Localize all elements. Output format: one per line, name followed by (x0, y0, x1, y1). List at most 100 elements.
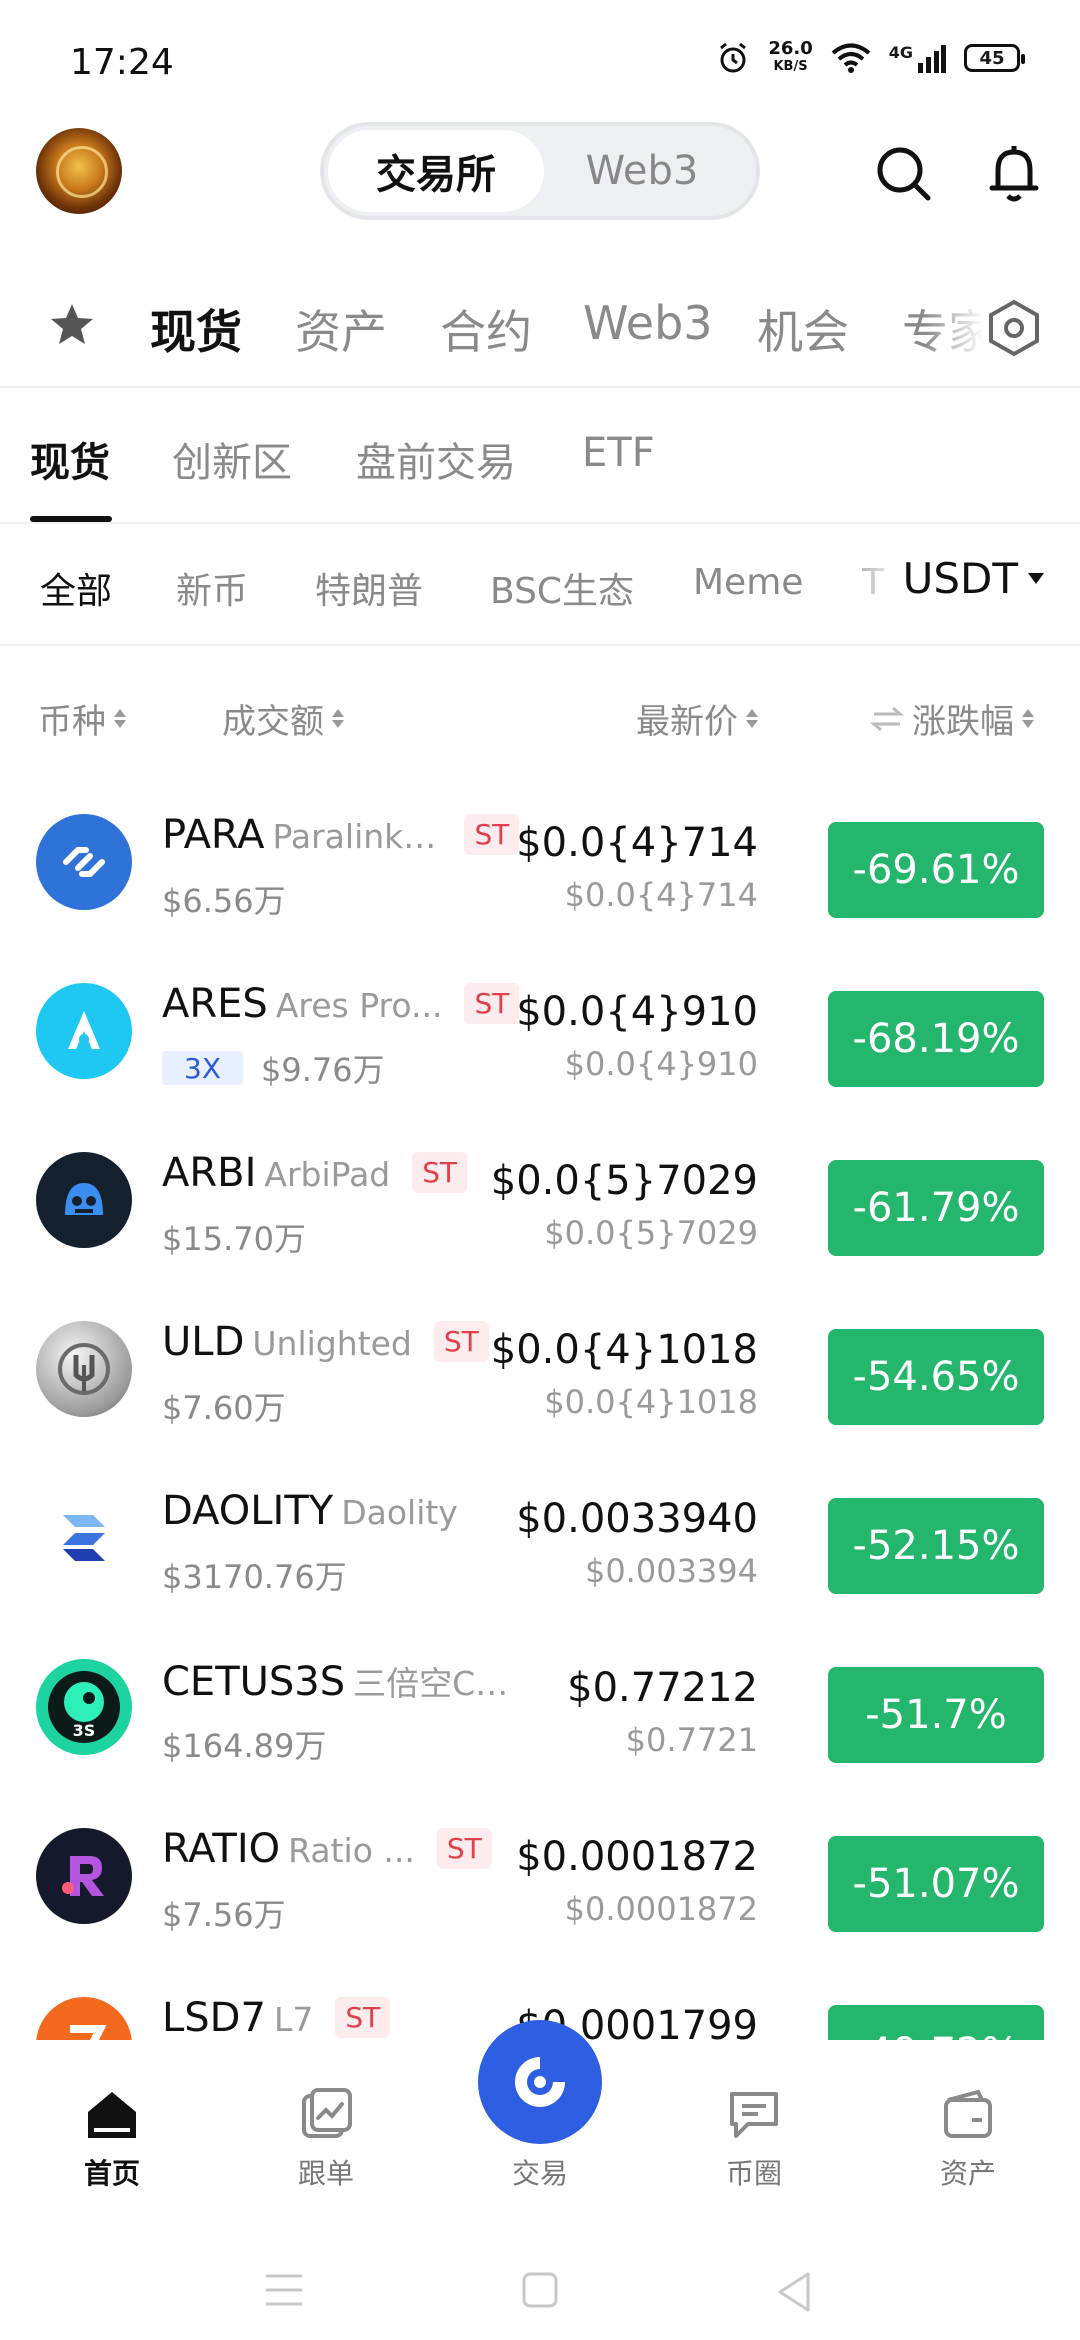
coin-name: Daolity (341, 1493, 458, 1532)
col-price-label: 最新价 (636, 702, 738, 742)
nav-home[interactable]: 首页 (42, 2084, 182, 2192)
sort-volume[interactable]: 成交额 (222, 694, 344, 743)
segment-exchange[interactable]: 交易所 (328, 130, 544, 212)
sort-price[interactable]: 最新价 (636, 694, 758, 743)
st-badge: ST (464, 814, 520, 855)
swap-icon[interactable] (870, 705, 904, 733)
filter-new[interactable]: 新币 (176, 562, 248, 614)
copy-trade-icon (302, 2088, 352, 2138)
volume: $15.70万 (162, 1220, 306, 1258)
cetus3s-logo: 3S (36, 1659, 132, 1755)
tab-opportunities[interactable]: 机会 (757, 296, 849, 362)
search-icon[interactable] (868, 138, 940, 210)
market-row[interactable]: ULD Unlighted ST $7.60万 $0.0{4}1018 $0.0… (0, 1287, 1080, 1456)
coin-symbol: ARES (162, 981, 268, 1027)
sort-icon (114, 709, 126, 728)
col-change-label: 涨跌幅 (912, 702, 1014, 742)
menu-icon[interactable] (262, 2270, 306, 2310)
coin-symbol: LSD7 (162, 1995, 266, 2040)
filter-chips: 全部 新币 特朗普 BSC生态 Meme T USDT (0, 526, 1080, 646)
last-price: $0.0{5}7029 (490, 1158, 758, 1204)
system-nav (0, 2230, 1080, 2340)
coin-name: 三倍空CE... (353, 1664, 524, 1703)
settings-hex-icon[interactable] (984, 298, 1044, 358)
change-badge[interactable]: -52.15% (828, 1498, 1044, 1594)
home-square-icon[interactable] (520, 2270, 560, 2310)
back-icon[interactable] (774, 2270, 814, 2314)
volume: $3170.76万 (162, 1558, 347, 1596)
quote-currency-dropdown[interactable]: USDT (890, 554, 1044, 603)
st-badge: ST (464, 983, 520, 1024)
nav-trade-button[interactable] (478, 2020, 602, 2144)
fiat-price: $0.7721 (625, 1721, 758, 1759)
tab-web3[interactable]: Web3 (583, 296, 713, 350)
col-volume-label: 成交额 (222, 702, 324, 742)
filter-all[interactable]: 全部 (40, 562, 112, 614)
change-badge[interactable]: -68.19% (828, 991, 1044, 1087)
change-badge[interactable]: -69.61% (828, 822, 1044, 918)
tab-spot[interactable]: 现货 (150, 296, 242, 362)
status-icons: 26.0 KB/S 4G 45 (716, 40, 1025, 76)
sort-change[interactable]: 涨跌幅 (870, 694, 1034, 743)
nav-assets[interactable]: 资产 (898, 2084, 1038, 2192)
coin-name: L7 (273, 2000, 314, 2039)
filter-meme[interactable]: Meme (693, 562, 803, 603)
nav-community[interactable]: 币圈 (684, 2084, 824, 2192)
nav-community-label: 币圈 (725, 2157, 782, 2190)
fiat-price: $0.0{4}910 (564, 1045, 758, 1083)
nav-trade-label: 交易 (511, 2157, 568, 2190)
market-row[interactable]: RATIO Ratio ... ST $7.56万 $0.0001872 $0.… (0, 1794, 1080, 1963)
segment-web3[interactable]: Web3 (544, 130, 740, 212)
coin-name: Paralink ... (272, 817, 443, 856)
tab-futures[interactable]: 合约 (440, 296, 532, 362)
coin-symbol: ARBI (162, 1150, 257, 1196)
subtab-spot[interactable]: 现货 (30, 430, 110, 488)
sort-icon (746, 709, 758, 728)
bell-icon[interactable] (978, 138, 1050, 210)
market-row[interactable]: ARBI ArbiPad ST $15.70万 $0.0{5}7029 $0.0… (0, 1118, 1080, 1287)
change-badge[interactable]: -54.65% (828, 1329, 1044, 1425)
favorites-star-icon[interactable] (48, 300, 96, 348)
coin-symbol: PARA (162, 812, 265, 858)
top-header: 交易所 Web3 (0, 120, 1080, 240)
volume-line: $7.60万 (162, 1383, 286, 1429)
filter-trump[interactable]: 特朗普 (315, 562, 423, 614)
change-badge[interactable]: -51.7% (828, 1667, 1044, 1763)
change-badge[interactable]: -51.07% (828, 1836, 1044, 1932)
subtab-etf[interactable]: ETF (582, 430, 655, 476)
coin-name: Unlighted (252, 1324, 412, 1363)
volume-line: 3X $9.76万 (162, 1045, 385, 1091)
symbol-line: DAOLITY Daolity (162, 1488, 458, 1534)
market-row[interactable]: 3S CETUS3S 三倍空CE... $164.89万 $0.77212 $0… (0, 1625, 1080, 1794)
coin-symbol: DAOLITY (162, 1488, 334, 1534)
alarm-icon (720, 42, 747, 73)
trade-icon (515, 2057, 565, 2107)
market-row[interactable]: ARES Ares Pro... ST 3X $9.76万 $0.0{4}910… (0, 949, 1080, 1118)
change-badge[interactable]: -49.72% (828, 2005, 1044, 2040)
filter-bsc[interactable]: BSC生态 (490, 562, 634, 614)
svg-text:3S: 3S (73, 1721, 96, 1740)
leverage-badge: 3X (162, 1051, 243, 1085)
subtab-innovation[interactable]: 创新区 (172, 430, 292, 488)
nav-copy-trade[interactable]: 跟单 (256, 2084, 396, 2192)
sort-coin[interactable]: 币种 (38, 694, 126, 743)
tab-assets[interactable]: 资产 (295, 296, 387, 362)
last-price: $0.77212 (567, 1665, 758, 1711)
nav-assets-label: 资产 (939, 2157, 996, 2190)
market-row[interactable]: DAOLITY Daolity $3170.76万 $0.0033940 $0.… (0, 1456, 1080, 1625)
st-badge: ST (412, 1152, 468, 1193)
coin-symbol: RATIO (162, 1826, 281, 1872)
volume-line: $164.89万 (162, 1721, 326, 1767)
quote-currency-label: USDT (902, 554, 1018, 603)
coin-name: ArbiPad (264, 1155, 391, 1194)
symbol-line: RATIO Ratio ... ST (162, 1826, 492, 1873)
symbol-line: ARBI ArbiPad ST (162, 1150, 468, 1197)
change-badge[interactable]: -61.79% (828, 1160, 1044, 1256)
avatar[interactable] (36, 128, 122, 214)
subtab-premarket[interactable]: 盘前交易 (356, 430, 516, 488)
symbol-line: PARA Paralink ... ST (162, 812, 520, 859)
volume: $9.76万 (261, 1051, 385, 1089)
fiat-price: $0.0{5}7029 (544, 1214, 758, 1252)
market-row[interactable]: PARA Paralink ... ST $6.56万 $0.0{4}714 $… (0, 780, 1080, 949)
last-price: $0.0033940 (516, 1496, 758, 1542)
